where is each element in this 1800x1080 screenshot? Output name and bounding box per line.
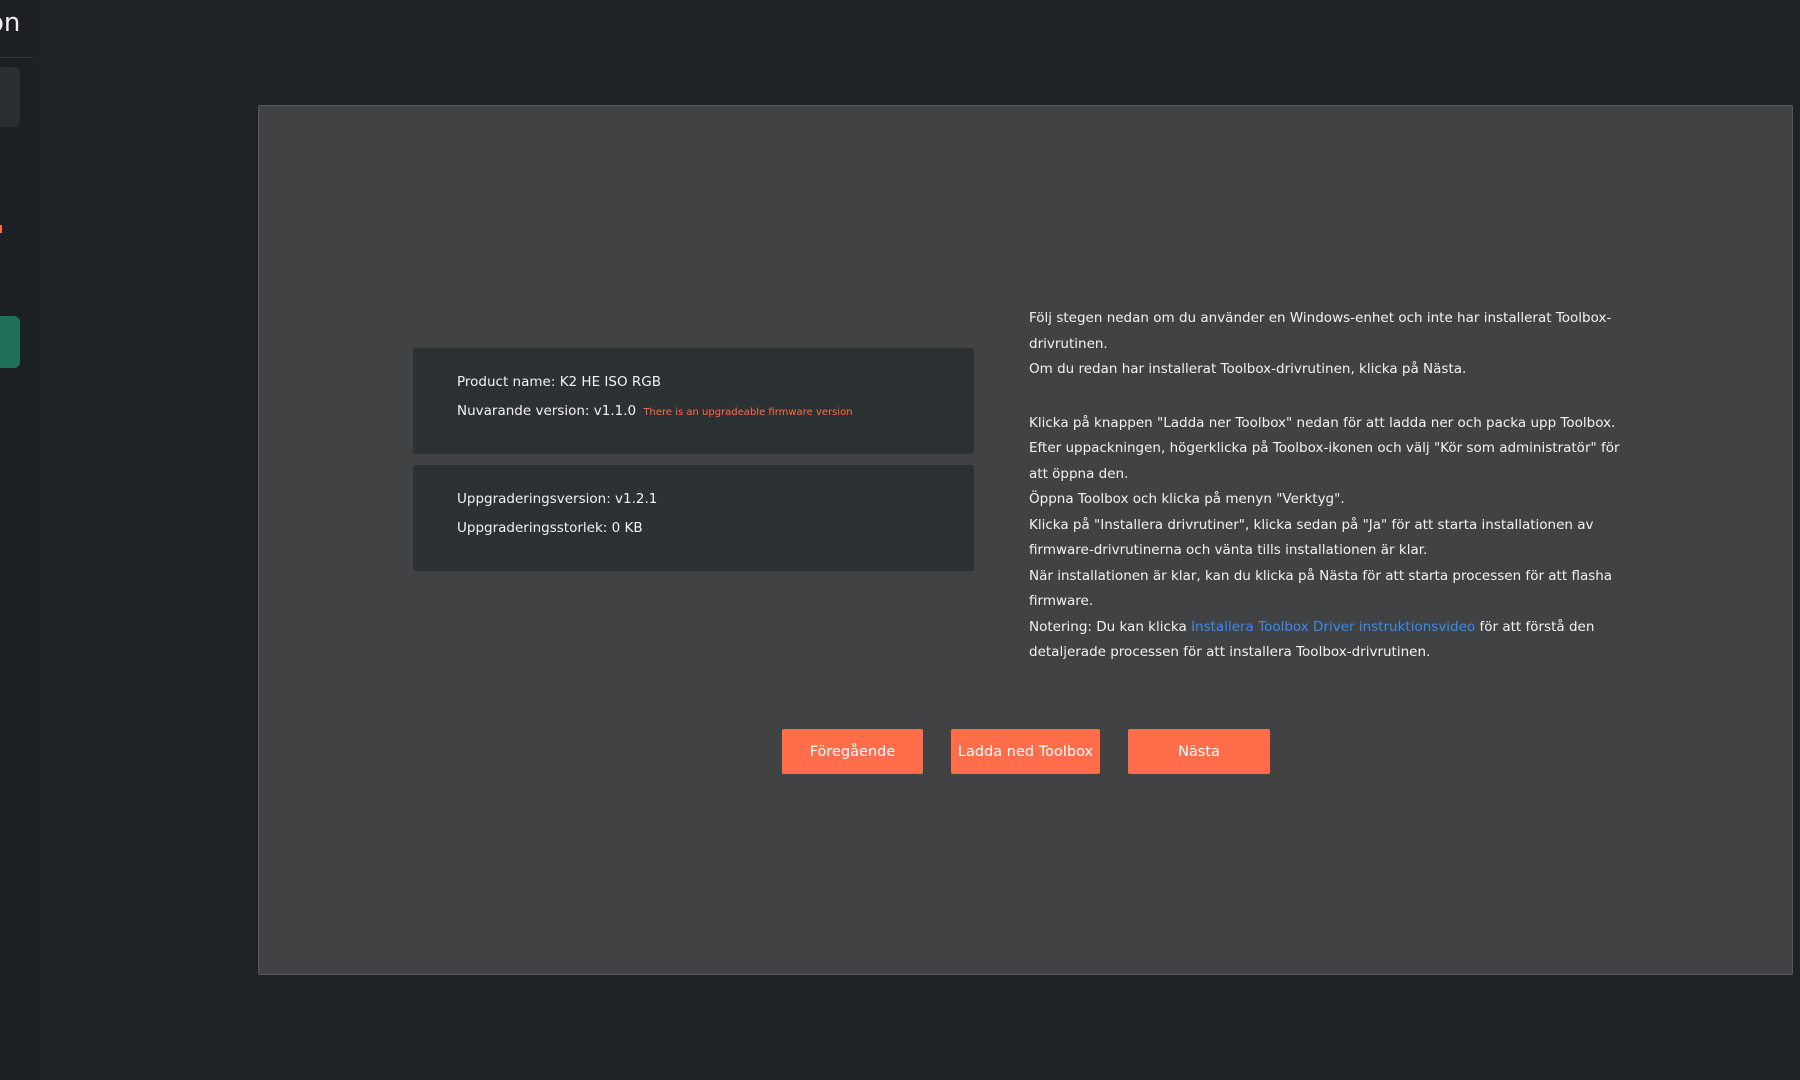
product-name-value: K2 HE ISO RGB bbox=[559, 374, 661, 390]
instructions-step-5: När installationen är klar, kan du klick… bbox=[1029, 567, 1613, 610]
current-version-label: Nuvarande version: bbox=[457, 403, 590, 419]
next-button[interactable]: Nästa bbox=[1128, 729, 1270, 774]
upgrade-firmware-card: Uppgraderingsversion: v1.2.1 Uppgraderin… bbox=[413, 465, 974, 571]
current-version-row: Nuvarande version: v1.1.0 There is an up… bbox=[457, 401, 930, 423]
upgrade-available-notice: There is an upgradeable firmware version bbox=[643, 407, 853, 418]
upgrade-size-row: Uppgraderingsstorlek: 0 KB bbox=[457, 518, 930, 538]
instructions-step-2: Efter uppackningen, högerklicka på Toolb… bbox=[1029, 440, 1620, 482]
instructions-step-4: Klicka på "Installera drivrutiner", klic… bbox=[1029, 516, 1594, 559]
note-prefix: Notering: Du kan klicka bbox=[1029, 618, 1192, 635]
sidebar-item-active[interactable] bbox=[0, 316, 20, 368]
sidebar-divider bbox=[0, 57, 33, 58]
product-name-label: Product name: bbox=[457, 374, 556, 390]
instructions-intro-2: Om du redan har installerat Toolbox-driv… bbox=[1029, 361, 1467, 377]
previous-button[interactable]: Föregående bbox=[782, 729, 923, 774]
instructions-intro-1: Följ stegen nedan om du använder en Wind… bbox=[1029, 310, 1612, 352]
instructions-spacer bbox=[1029, 383, 1641, 411]
instructions-note: Notering: Du kan klicka Installera Toolb… bbox=[1029, 615, 1641, 666]
product-name-row: Product name: K2 HE ISO RGB bbox=[457, 372, 930, 392]
upgrade-version-value: v1.2.1 bbox=[615, 491, 658, 507]
upgrade-version-row: Uppgraderingsversion: v1.2.1 bbox=[457, 489, 930, 509]
sidebar: on bbox=[0, 0, 33, 1080]
main-area: Product name: K2 HE ISO RGB Nuvarande ve… bbox=[33, 0, 1800, 1080]
current-version-value: v1.1.0 bbox=[593, 403, 637, 419]
instructions-step-1: Klicka på knappen "Ladda ner Toolbox" ne… bbox=[1029, 414, 1616, 431]
instructions-step-3: Öppna Toolbox och klicka på menyn "Verkt… bbox=[1029, 491, 1345, 507]
sidebar-device-card[interactable] bbox=[0, 67, 20, 127]
sidebar-app-title: on bbox=[0, 8, 21, 38]
upgrade-size-label: Uppgraderingsstorlek: bbox=[457, 520, 608, 536]
sidebar-indicator bbox=[0, 225, 2, 233]
current-firmware-card: Product name: K2 HE ISO RGB Nuvarande ve… bbox=[413, 348, 974, 454]
driver-instructions: Följ stegen nedan om du använder en Wind… bbox=[1029, 306, 1641, 666]
upgrade-version-label: Uppgraderingsversion: bbox=[457, 491, 611, 507]
driver-video-link[interactable]: Installera Toolbox Driver instruktionsvi… bbox=[1191, 619, 1475, 635]
download-toolbox-button[interactable]: Ladda ned Toolbox bbox=[951, 729, 1100, 774]
firmware-upgrade-panel: Product name: K2 HE ISO RGB Nuvarande ve… bbox=[258, 105, 1793, 975]
upgrade-size-value: 0 KB bbox=[611, 520, 643, 536]
